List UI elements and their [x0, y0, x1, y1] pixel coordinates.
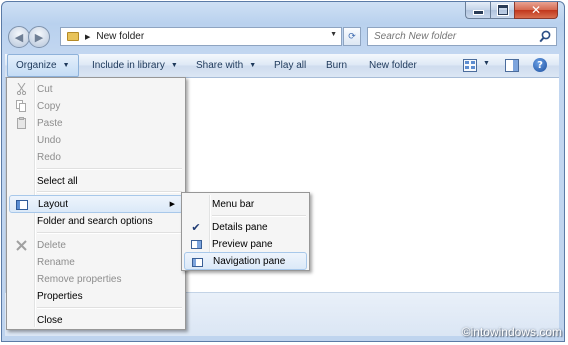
- menu-item-label: Select all: [37, 175, 78, 187]
- menu-item-paste[interactable]: Paste: [9, 114, 183, 132]
- menu-separator: [37, 191, 182, 193]
- menu-item-select-all[interactable]: Select all: [9, 172, 183, 190]
- menu-separator: [212, 215, 306, 217]
- breadcrumb-new-folder[interactable]: New folder: [96, 31, 144, 42]
- menu-item-close[interactable]: Close: [9, 311, 183, 329]
- back-arrow-icon: ◀: [14, 31, 24, 44]
- folder-icon: [67, 32, 79, 41]
- organize-button[interactable]: Organize ▼: [7, 54, 79, 77]
- help-icon[interactable]: ?: [533, 58, 547, 72]
- maximize-icon: [496, 4, 509, 16]
- menu-separator: [37, 307, 182, 309]
- layout-icon: [15, 199, 29, 211]
- menu-item-cut[interactable]: Cut: [9, 80, 183, 98]
- submenu-arrow-icon: ▶: [169, 201, 175, 208]
- menu-item-label: Preview pane: [212, 238, 273, 250]
- preview-pane-toggle-icon[interactable]: [505, 59, 519, 72]
- menu-item-delete[interactable]: Delete: [9, 236, 183, 254]
- include-in-library-label: Include in library: [92, 60, 165, 71]
- share-with-button[interactable]: Share with ▼: [196, 54, 256, 77]
- chevron-down-icon: ▼: [62, 62, 70, 69]
- burn-button[interactable]: Burn: [326, 54, 347, 77]
- paste-icon: [14, 117, 28, 129]
- menu-item-label: Details pane: [212, 221, 268, 233]
- forward-button[interactable]: ▶: [28, 26, 50, 48]
- change-view-icon[interactable]: [463, 59, 477, 72]
- menu-item-rename[interactable]: Rename: [9, 253, 183, 271]
- organize-menu: Cut Copy Paste Undo Redo Select all Layo…: [6, 77, 186, 330]
- search-icon[interactable]: [539, 30, 551, 43]
- menu-item-label: Delete: [37, 239, 66, 251]
- menu-item-label: Menu bar: [212, 198, 255, 210]
- refresh-icon: ⟳: [348, 31, 356, 41]
- menu-item-label: Paste: [37, 117, 63, 129]
- navigation-pane-icon: [190, 256, 204, 268]
- close-button[interactable]: ✕: [514, 2, 558, 19]
- menu-item-label: Redo: [37, 151, 61, 163]
- forward-arrow-icon: ▶: [34, 31, 44, 44]
- menu-item-label: Navigation pane: [213, 255, 286, 267]
- preview-pane-icon: [189, 238, 203, 250]
- menu-item-label: Rename: [37, 256, 75, 268]
- menu-item-folder-and-search-options[interactable]: Folder and search options: [9, 212, 183, 230]
- menu-item-label: Layout: [38, 198, 69, 210]
- organize-label: Organize: [16, 60, 57, 71]
- play-all-button[interactable]: Play all: [274, 54, 306, 77]
- share-with-label: Share with: [196, 60, 244, 71]
- chevron-down-icon: ▼: [249, 62, 257, 69]
- back-button[interactable]: ◀: [8, 26, 30, 48]
- search-input[interactable]: [374, 31, 534, 42]
- breadcrumb-arrow-icon[interactable]: ▶: [85, 33, 90, 41]
- menu-item-layout[interactable]: Layout ▶: [9, 195, 183, 213]
- layout-submenu: Menu bar ✔ Details pane Preview pane Nav…: [181, 192, 310, 271]
- address-dropdown-icon[interactable]: ▼: [330, 31, 337, 38]
- menu-item-label: Remove properties: [37, 273, 122, 285]
- menu-item-undo[interactable]: Undo: [9, 131, 183, 149]
- view-options-chevron-icon[interactable]: ▼: [483, 60, 490, 67]
- menu-item-details-pane[interactable]: ✔ Details pane: [184, 218, 307, 236]
- command-bar: Organize ▼ Include in library ▼ Share wi…: [5, 54, 559, 78]
- watermark: ©intowindows.com: [461, 325, 562, 339]
- include-in-library-button[interactable]: Include in library ▼: [92, 54, 178, 77]
- menu-item-properties[interactable]: Properties: [9, 287, 183, 305]
- menu-item-menu-bar[interactable]: Menu bar: [184, 195, 307, 213]
- menu-item-label: Properties: [37, 290, 83, 302]
- menu-separator: [37, 168, 182, 170]
- menu-item-remove-properties[interactable]: Remove properties: [9, 270, 183, 288]
- menu-item-label: Cut: [37, 83, 53, 95]
- menu-item-label: Copy: [37, 100, 61, 112]
- menu-item-copy[interactable]: Copy: [9, 97, 183, 115]
- delete-icon: [14, 239, 28, 251]
- minimize-button[interactable]: [465, 2, 490, 19]
- menu-item-navigation-pane[interactable]: Navigation pane: [184, 252, 307, 270]
- new-folder-button[interactable]: New folder: [369, 54, 417, 77]
- caption-buttons: ✕: [465, 2, 558, 19]
- menu-separator: [37, 232, 182, 234]
- menu-item-preview-pane[interactable]: Preview pane: [184, 235, 307, 253]
- copy-icon: [14, 100, 28, 112]
- menu-item-label: Undo: [37, 134, 61, 146]
- close-icon: ✕: [530, 3, 542, 17]
- chevron-down-icon: ▼: [170, 62, 178, 69]
- menu-item-label: Folder and search options: [37, 215, 153, 227]
- maximize-button[interactable]: [490, 2, 514, 19]
- search-box[interactable]: [367, 27, 557, 46]
- menu-item-redo[interactable]: Redo: [9, 148, 183, 166]
- checkmark-icon: ✔: [191, 220, 201, 234]
- minimize-icon: [472, 10, 484, 15]
- address-bar[interactable]: ▶ New folder ▼: [60, 27, 342, 46]
- scissors-icon: [14, 83, 28, 95]
- refresh-button[interactable]: ⟳: [343, 27, 361, 46]
- menu-item-label: Close: [37, 314, 63, 326]
